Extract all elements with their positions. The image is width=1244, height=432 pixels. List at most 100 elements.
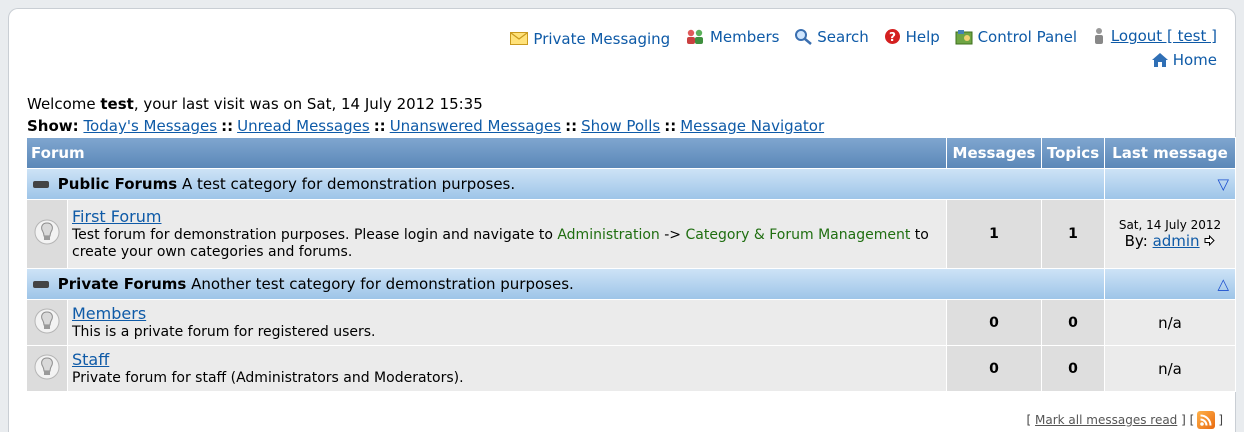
forum-status-cell bbox=[27, 300, 67, 345]
forum-desc-highlight: Category & Forum Management bbox=[685, 226, 911, 243]
column-messages: Messages bbox=[947, 138, 1041, 168]
forum-desc-text: Test forum for demonstration purposes. P… bbox=[72, 226, 558, 243]
collapse-toggle-icon[interactable]: △ bbox=[1217, 275, 1229, 293]
bracket: [ bbox=[1026, 413, 1032, 427]
last-message-date: Sat, 14 July 2012 bbox=[1118, 218, 1222, 232]
welcome-prefix: Welcome bbox=[27, 95, 101, 113]
todays-messages-link[interactable]: Today's Messages bbox=[83, 117, 217, 135]
home-link[interactable]: Home bbox=[1173, 51, 1217, 69]
search-icon bbox=[794, 28, 813, 45]
forum-description-cell: First Forum Test forum for demonstration… bbox=[68, 200, 946, 268]
forum-table: Forum Messages Topics Last message Publi… bbox=[26, 137, 1236, 392]
control-panel-link[interactable]: Control Panel bbox=[978, 28, 1077, 46]
column-forum: Forum bbox=[27, 138, 946, 168]
mark-all-read-link[interactable]: Mark all messages read bbox=[1035, 413, 1177, 427]
message-navigator-link[interactable]: Message Navigator bbox=[680, 117, 824, 135]
message-count: 0 bbox=[947, 346, 1041, 391]
top-navigation: Private Messaging Members Search ? Help … bbox=[500, 27, 1217, 49]
forum-title-link[interactable]: Members bbox=[72, 304, 146, 323]
nav-private-messaging[interactable]: Private Messaging bbox=[510, 30, 670, 48]
last-message-cell: Sat, 14 July 2012 By: admin bbox=[1105, 200, 1235, 268]
logout-link[interactable]: Logout [ test ] bbox=[1111, 27, 1217, 45]
nav-control-panel[interactable]: Control Panel bbox=[955, 28, 1077, 46]
category-toggle-cell: △ bbox=[1105, 269, 1235, 299]
show-filter-bar: Show: Today's Messages:: Unread Messages:… bbox=[27, 117, 824, 135]
category-description: Another test category for demonstration … bbox=[191, 275, 574, 293]
message-count: 1 bbox=[947, 200, 1041, 268]
logout-icon bbox=[1092, 27, 1106, 45]
column-last-message: Last message bbox=[1105, 138, 1235, 168]
separator: :: bbox=[664, 117, 677, 135]
category-cell: Private Forums Another test category for… bbox=[27, 269, 1104, 299]
unanswered-messages-link[interactable]: Unanswered Messages bbox=[390, 117, 561, 135]
table-header-row: Forum Messages Topics Last message bbox=[27, 138, 1235, 168]
category-row: Private Forums Another test category for… bbox=[27, 269, 1235, 299]
rss-icon[interactable] bbox=[1197, 411, 1216, 429]
svg-text:?: ? bbox=[889, 30, 896, 44]
collapse-bar-icon[interactable] bbox=[33, 181, 49, 188]
help-icon: ? bbox=[884, 28, 901, 45]
separator: :: bbox=[565, 117, 578, 135]
separator: :: bbox=[373, 117, 386, 135]
lightbulb-icon bbox=[34, 308, 60, 340]
last-message-by: By: admin bbox=[1106, 232, 1234, 250]
last-poster-link[interactable]: admin bbox=[1153, 232, 1200, 250]
show-label: Show: bbox=[27, 117, 79, 135]
column-topics: Topics bbox=[1042, 138, 1104, 168]
forum-desc-text: This is a private forum for registered u… bbox=[72, 323, 376, 340]
category-description: A test category for demonstration purpos… bbox=[181, 175, 516, 193]
forum-desc-text: Private forum for staff (Administrators … bbox=[72, 369, 464, 386]
by-label: By: bbox=[1124, 232, 1148, 250]
welcome-username: test bbox=[100, 95, 134, 113]
last-message-cell: n/a bbox=[1105, 300, 1235, 345]
forum-row: Members This is a private forum for regi… bbox=[27, 300, 1235, 345]
welcome-message: Welcome test, your last visit was on Sat… bbox=[27, 95, 483, 113]
page-frame: Private Messaging Members Search ? Help … bbox=[8, 8, 1236, 432]
forum-status-cell bbox=[27, 200, 67, 268]
mail-icon bbox=[510, 32, 529, 45]
bracket: ] [ bbox=[1181, 413, 1195, 427]
forum-row: Staff Private forum for staff (Administr… bbox=[27, 346, 1235, 391]
forum-desc-text: -> bbox=[659, 226, 686, 243]
topic-count: 1 bbox=[1042, 200, 1104, 268]
welcome-suffix: , your last visit was on Sat, 14 July 20… bbox=[133, 95, 483, 113]
help-link[interactable]: Help bbox=[906, 28, 940, 46]
members-icon bbox=[685, 29, 705, 45]
collapse-toggle-icon[interactable]: ▽ bbox=[1217, 175, 1229, 193]
forum-title-link[interactable]: First Forum bbox=[72, 207, 161, 226]
category-name: Private Forums bbox=[57, 275, 187, 293]
forum-description-cell: Staff Private forum for staff (Administr… bbox=[68, 346, 946, 391]
separator: :: bbox=[221, 117, 234, 135]
home-icon bbox=[1151, 52, 1169, 68]
bracket: ] bbox=[1218, 413, 1223, 427]
nav-logout[interactable]: Logout [ test ] bbox=[1092, 27, 1217, 45]
topic-count: 0 bbox=[1042, 300, 1104, 345]
footer-actions: [ Mark all messages read ] [ ] bbox=[1027, 411, 1223, 429]
category-cell: Public Forums A test category for demons… bbox=[27, 169, 1104, 199]
lightbulb-icon bbox=[34, 219, 60, 251]
last-message-cell: n/a bbox=[1105, 346, 1235, 391]
topic-count: 0 bbox=[1042, 346, 1104, 391]
lightbulb-icon bbox=[34, 354, 60, 386]
category-row: Public Forums A test category for demons… bbox=[27, 169, 1235, 199]
nav-members[interactable]: Members bbox=[685, 28, 780, 46]
private-messaging-link[interactable]: Private Messaging bbox=[533, 30, 670, 48]
nav-search[interactable]: Search bbox=[794, 28, 869, 46]
search-link[interactable]: Search bbox=[817, 28, 869, 46]
forum-desc-highlight: Administration bbox=[557, 226, 660, 243]
unread-messages-link[interactable]: Unread Messages bbox=[237, 117, 370, 135]
nav-home[interactable]: Home bbox=[1151, 51, 1217, 69]
message-count: 0 bbox=[947, 300, 1041, 345]
members-link[interactable]: Members bbox=[710, 28, 780, 46]
category-toggle-cell: ▽ bbox=[1105, 169, 1235, 199]
forum-title-link[interactable]: Staff bbox=[72, 350, 109, 369]
forum-row: First Forum Test forum for demonstration… bbox=[27, 200, 1235, 268]
control-panel-icon bbox=[955, 29, 973, 45]
collapse-bar-icon[interactable] bbox=[33, 281, 49, 288]
goto-last-message-icon[interactable] bbox=[1204, 232, 1216, 250]
forum-status-cell bbox=[27, 346, 67, 391]
forum-description-cell: Members This is a private forum for regi… bbox=[68, 300, 946, 345]
show-polls-link[interactable]: Show Polls bbox=[581, 117, 660, 135]
nav-help[interactable]: ? Help bbox=[884, 28, 940, 46]
category-name: Public Forums bbox=[57, 175, 178, 193]
